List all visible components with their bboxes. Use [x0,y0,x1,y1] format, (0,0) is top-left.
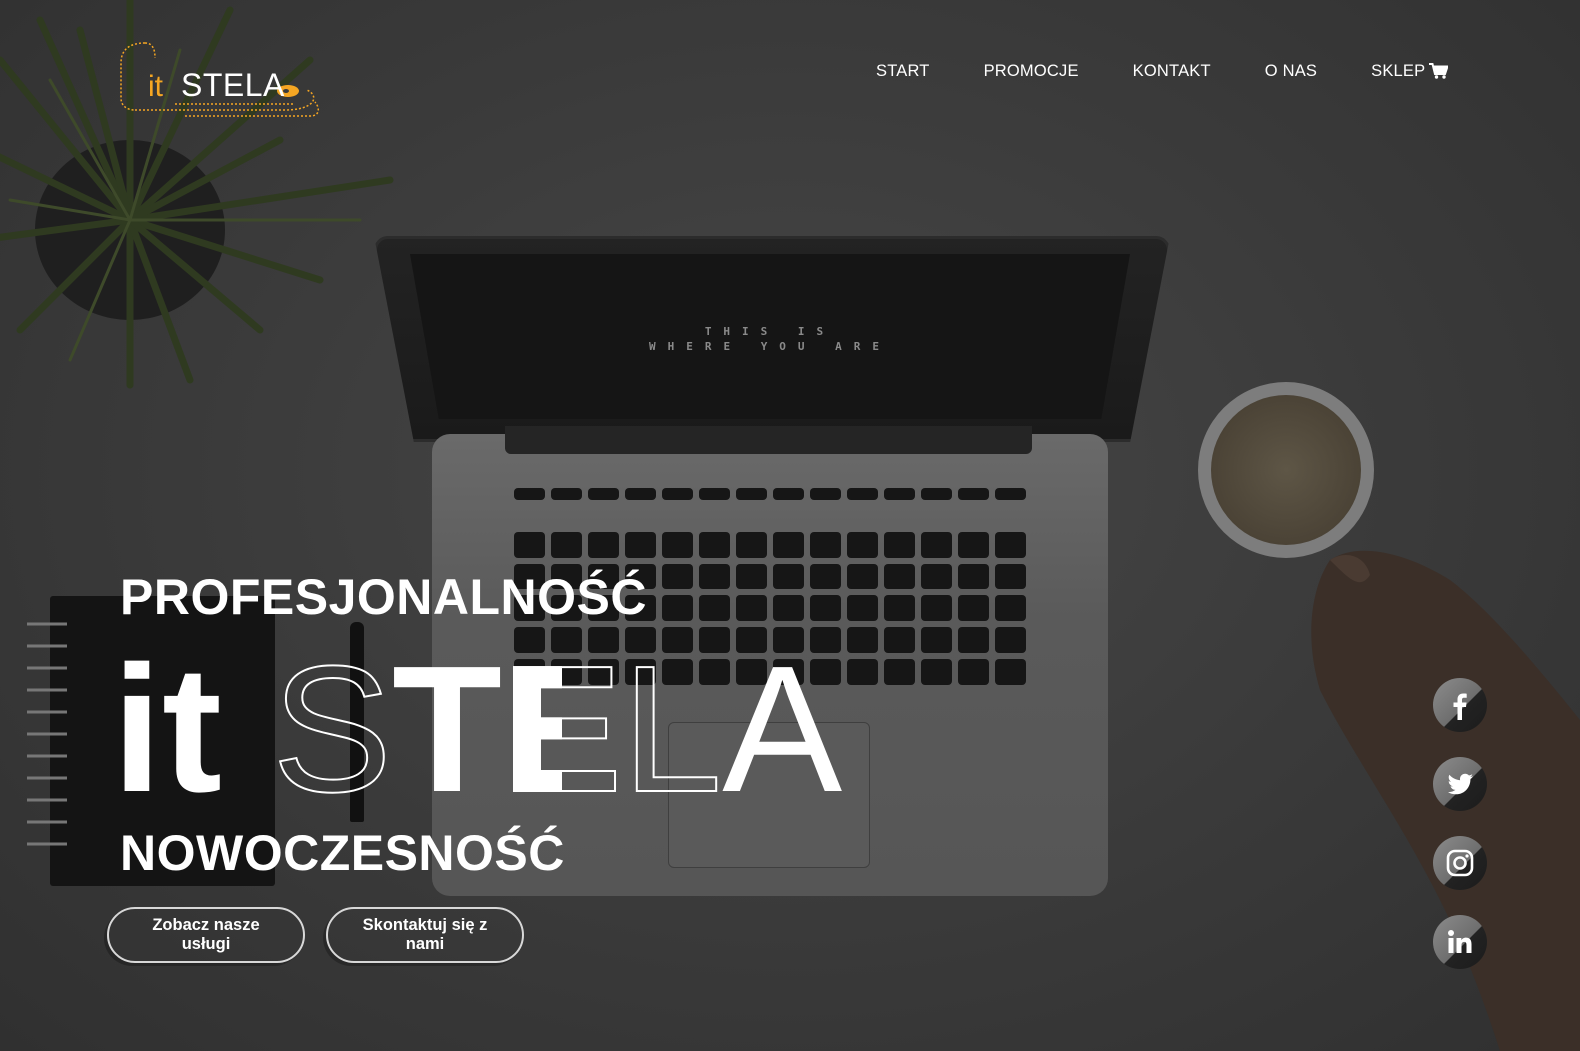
nav-sklep-label: SKLEP [1371,61,1426,80]
screen-line-2: WHERE YOU ARE [648,340,892,353]
instagram-link[interactable] [1433,836,1487,890]
brand-title: it STELA [112,639,842,821]
logo-stela: STELA [181,67,285,103]
tagline-professionalism: PROFESJONALNOŚĆ [120,569,648,625]
instagram-icon [1446,849,1474,877]
brand-letter-s: S [271,629,393,830]
brand-letter-t: T [392,629,502,830]
laptop-hinge [505,426,1032,454]
logo[interactable]: it STELA [115,38,325,128]
view-services-button[interactable]: Zobacz nasze usługi [107,907,305,963]
linkedin-link[interactable] [1433,915,1487,969]
facebook-icon [1453,693,1467,720]
nav-sklep[interactable]: SKLEP [1371,61,1449,81]
logo-it: it [148,70,163,103]
notebook-rings [27,622,67,846]
contact-us-button[interactable]: Skontaktuj się z nami [326,907,524,963]
screen-line-1: THIS IS [704,325,836,338]
twitter-icon [1447,773,1473,795]
social-links [1433,678,1489,994]
nav-kontakt[interactable]: KONTAKT [1133,62,1211,81]
brand-letter-l: L [621,629,723,830]
brand-letter-e: E [501,629,623,830]
brand-letter-a: A [722,629,843,830]
nav-promocje[interactable]: PROMOCJE [984,62,1079,81]
nav-start[interactable]: START [876,62,930,81]
tagline-modernity: NOWOCZESNOŚĆ [120,825,565,881]
facebook-link[interactable] [1433,678,1487,732]
cart-icon [1429,63,1449,79]
hero-background: THIS IS WHERE YOU ARE [0,0,1580,1051]
linkedin-icon [1448,930,1472,953]
main-nav: START PROMOCJE KONTAKT O NAS SKLEP [876,60,1449,82]
laptop-screen-text: THIS IS WHERE YOU ARE [560,324,980,354]
nav-o-nas[interactable]: O NAS [1265,62,1317,81]
brand-it: it [112,629,222,830]
twitter-link[interactable] [1433,757,1487,811]
